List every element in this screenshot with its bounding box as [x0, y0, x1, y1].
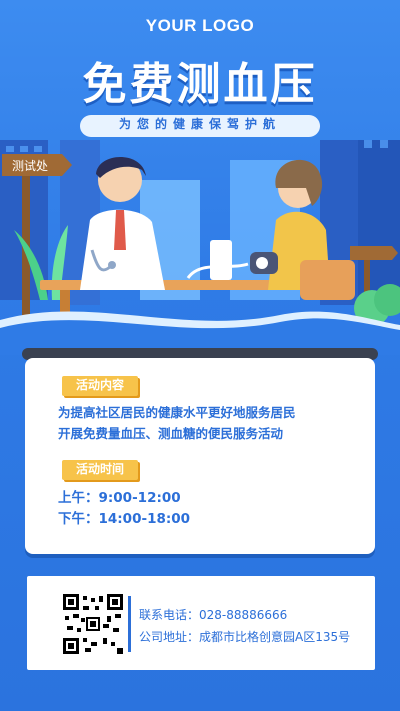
activity-content-line-1: 为提高社区居民的健康水平更好地服务居民	[58, 405, 296, 420]
activity-time-afternoon: 下午：14:00-18:00	[58, 511, 191, 527]
logo: YOUR LOGO	[145, 16, 255, 35]
sign-label: 测试处	[12, 158, 48, 173]
illustration: 测试处	[0, 140, 400, 355]
activity-time-morning: 上午：9:00-12:00	[58, 490, 181, 506]
subtitle-banner: 为您的健康保驾护航	[80, 115, 320, 137]
activity-time: 上午：9:00-12:00 下午：14:00-18:00	[58, 488, 190, 530]
contact-address: 公司地址：成都市比格创意园A区135号	[139, 630, 351, 644]
poster: YOUR LOGO 免费测血压 为您的健康保驾护航 测试处 活动内容 为提高社区…	[0, 0, 400, 711]
activity-time-tag: 活动时间	[62, 460, 139, 480]
qr-code-icon[interactable]	[63, 594, 123, 654]
page-title: 免费测血压	[82, 59, 318, 110]
divider	[128, 596, 131, 652]
contact-phone: 联系电话：028-88886666	[139, 608, 288, 622]
contact-card: 联系电话：028-88886666 公司地址：成都市比格创意园A区135号	[27, 576, 375, 670]
activity-content-tag: 活动内容	[62, 376, 139, 396]
activity-content: 为提高社区居民的健康水平更好地服务居民 开展免费量血压、测血糖的便民服务活动	[58, 402, 296, 444]
activity-content-line-2: 开展免费量血压、测血糖的便民服务活动	[58, 426, 284, 441]
